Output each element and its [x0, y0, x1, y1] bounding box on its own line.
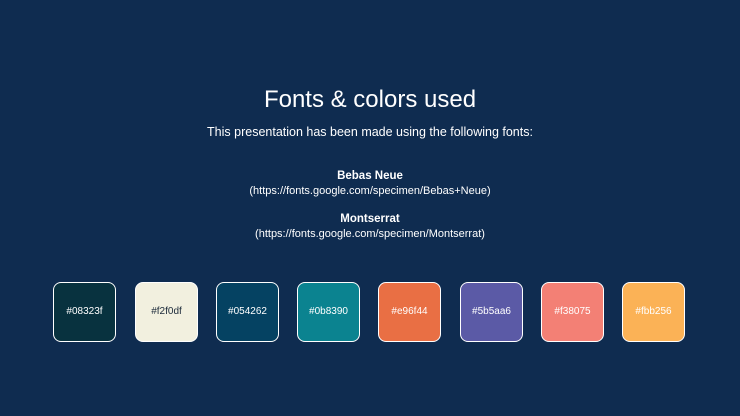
color-swatch: #08323f: [53, 282, 116, 342]
font-name: Bebas Neue: [337, 170, 403, 182]
font-url: (https://fonts.google.com/specimen/Bebas…: [249, 185, 491, 197]
swatch-label: #fbb256: [635, 306, 672, 317]
swatch-label: #e96f44: [391, 306, 428, 317]
color-swatch: #f2f0df: [135, 282, 198, 342]
color-swatch: #f38075: [541, 282, 604, 342]
font-name: Montserrat: [340, 213, 400, 225]
slide-subtitle: This presentation has been made using th…: [207, 125, 533, 139]
swatch-label: #0b8390: [309, 306, 348, 317]
swatch-label: #f38075: [554, 306, 591, 317]
swatch-label: #08323f: [66, 306, 103, 317]
swatch-label: #5b5aa6: [472, 306, 511, 317]
color-swatch: #0b8390: [297, 282, 360, 342]
font-entry-bebas-neue: Bebas Neue (https://fonts.google.com/spe…: [0, 169, 740, 199]
color-palette: #08323f #f2f0df #054262 #0b8390 #e96f44 …: [53, 282, 688, 344]
color-swatch: #5b5aa6: [460, 282, 523, 342]
slide: Fonts & colors used This presentation ha…: [0, 0, 740, 416]
color-swatch: #e96f44: [378, 282, 441, 342]
swatch-label: #f2f0df: [151, 306, 182, 317]
slide-title: Fonts & colors used: [263, 86, 477, 113]
color-swatch: #fbb256: [622, 282, 685, 342]
font-url: (https://fonts.google.com/specimen/Monts…: [255, 228, 485, 240]
font-entry-montserrat: Montserrat (https://fonts.google.com/spe…: [0, 212, 740, 242]
color-swatch: #054262: [216, 282, 279, 342]
swatch-label: #054262: [228, 306, 267, 317]
